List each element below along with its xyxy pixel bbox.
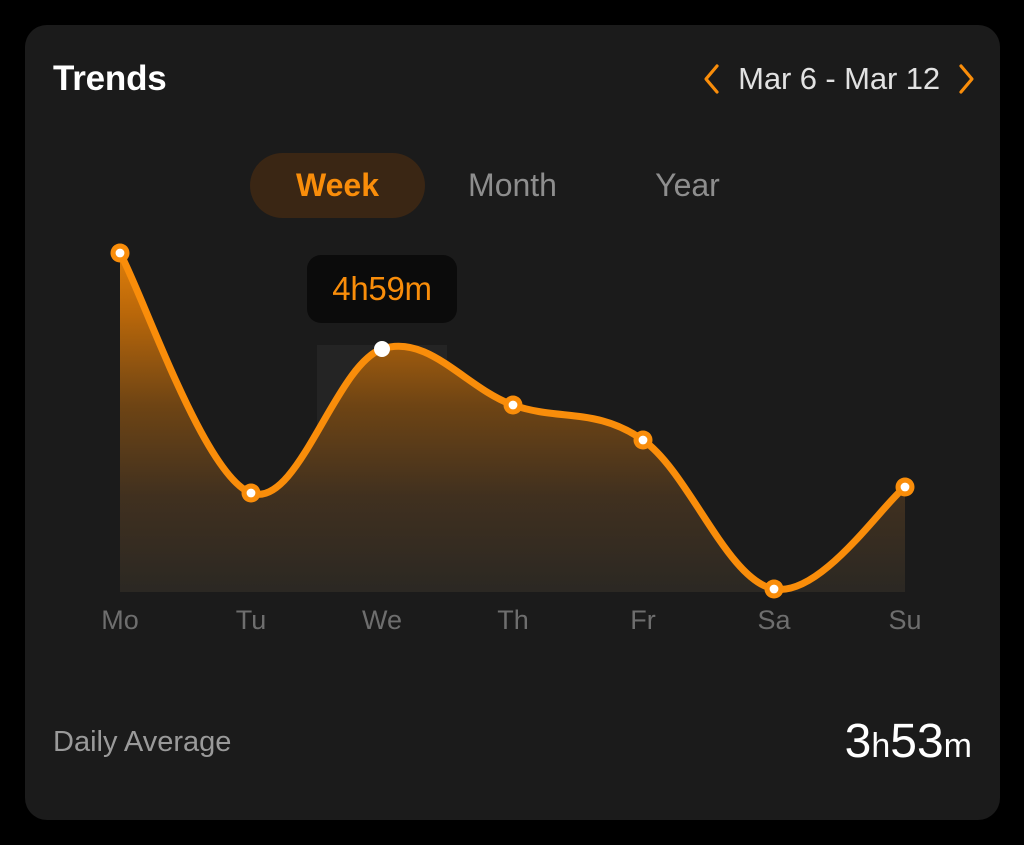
x-label-th: Th (497, 605, 529, 635)
trends-card: Trends Mar 6 - Mar 12 Week Month Year 4h… (25, 25, 1000, 820)
data-point-core (638, 435, 648, 445)
trends-chart[interactable]: 4h59m Mo Tu We Th Fr Sa Su (25, 25, 1000, 820)
data-point-core (900, 482, 910, 492)
chart-svg (110, 243, 915, 599)
card-footer: Daily Average 3h53m (25, 714, 1000, 774)
daily-average-minutes: 53 (890, 715, 944, 768)
data-point-core (115, 248, 125, 258)
x-label-fr: Fr (630, 605, 656, 635)
daily-average-hours: 3 (844, 715, 872, 768)
data-point-core (769, 584, 779, 594)
data-point-we[interactable] (374, 341, 390, 357)
data-point-core (508, 400, 518, 410)
x-label-mo: Mo (101, 605, 139, 635)
x-axis-labels: Mo Tu We Th Fr Sa Su (25, 605, 1000, 655)
data-point-fr[interactable] (633, 430, 653, 450)
chart-area-fill (120, 253, 905, 592)
data-point-tu[interactable] (241, 483, 261, 503)
data-point-th[interactable] (503, 395, 523, 415)
daily-average-minutes-unit: m (943, 727, 972, 765)
x-label-tu: Tu (235, 605, 267, 635)
data-point-su[interactable] (895, 477, 915, 497)
data-point-mo[interactable] (110, 243, 130, 263)
x-label-su: Su (888, 605, 922, 635)
x-label-sa: Sa (757, 605, 791, 635)
data-point-core (246, 488, 256, 498)
tooltip-value: 4h59m (332, 270, 432, 307)
data-point-sa[interactable] (764, 579, 784, 599)
x-label-we: We (361, 605, 403, 635)
daily-average-value: 3h53m (845, 714, 972, 769)
value-tooltip: 4h59m (307, 255, 457, 323)
daily-average-label: Daily Average (53, 726, 232, 758)
daily-average-hours-unit: h (871, 727, 891, 765)
data-point-core (374, 341, 390, 357)
